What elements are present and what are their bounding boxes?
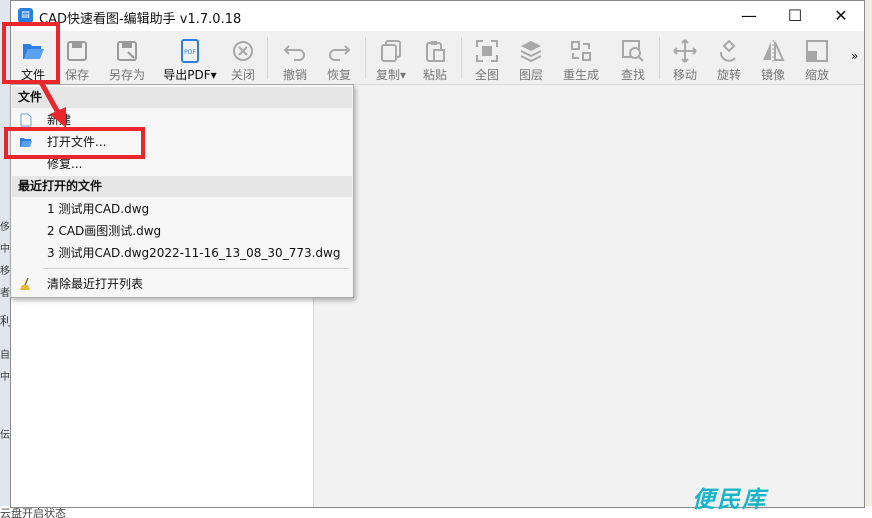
layers-icon	[520, 41, 542, 63]
menu-divider	[43, 268, 349, 269]
recent-file-item[interactable]: 2 CAD画图测试.dwg	[12, 220, 352, 242]
save-button[interactable]: 保存	[57, 31, 97, 85]
save-as-button-label: 另存为	[108, 68, 145, 82]
recent-file-label: 3 测试用CAD.dwg2022-11-16_13_08_30_773.dwg	[47, 246, 341, 260]
find-button-label: 查找	[620, 68, 645, 82]
background-desktop-right	[864, 0, 872, 518]
find-button[interactable]: 查找	[613, 31, 653, 85]
close-file-button-label: 关闭	[230, 68, 255, 82]
redo-button[interactable]: 恢复	[319, 31, 359, 85]
background-fragment: 中	[0, 244, 10, 255]
copy-button[interactable]: 复制▾	[371, 31, 411, 85]
toolbar: 文件 保存 另存为 PDF 导出PDF▾ 关闭 撤销 恢复 复制▾ 粘贴 全图 …	[11, 31, 864, 85]
move-icon	[673, 39, 697, 63]
paste-button[interactable]: 粘贴	[415, 31, 455, 85]
undo-button[interactable]: 撤销	[275, 31, 315, 85]
menu-item-clear-recent[interactable]: 清除最近打开列表	[12, 273, 352, 295]
background-fragment: 者	[0, 288, 10, 299]
background-fragment: 移	[0, 266, 10, 277]
save-as-button[interactable]: 另存为	[103, 31, 151, 85]
find-icon	[622, 40, 644, 62]
toolbar-overflow-button[interactable]: »	[851, 49, 858, 63]
toolbar-divider	[659, 37, 660, 79]
mirror-button[interactable]: 镜像	[753, 31, 793, 85]
regenerate-button[interactable]: 重生成	[557, 31, 605, 85]
watermark-text: 便民库	[692, 487, 767, 513]
paste-icon	[426, 41, 445, 62]
export-pdf-button-label: 导出PDF▾	[163, 68, 217, 82]
save-icon	[67, 41, 87, 61]
mirror-button-label: 镜像	[760, 68, 785, 82]
export-pdf-button[interactable]: PDF 导出PDF▾	[161, 31, 219, 85]
pdf-icon: PDF	[181, 39, 199, 63]
toolbar-divider	[365, 37, 366, 79]
mirror-icon	[763, 40, 785, 62]
toolbar-divider	[267, 37, 268, 79]
drawing-canvas[interactable]	[313, 86, 863, 507]
regenerate-button-label: 重生成	[562, 68, 599, 82]
move-button[interactable]: 移动	[665, 31, 705, 85]
save-as-icon	[117, 41, 137, 61]
app-logo-icon: ▤	[18, 8, 33, 23]
copy-icon	[381, 40, 401, 62]
background-fragment: 自	[0, 350, 10, 361]
layers-button[interactable]: 图层	[511, 31, 551, 85]
fit-view-icon	[476, 40, 498, 62]
close-file-button[interactable]: 关闭	[223, 31, 263, 85]
new-file-icon	[20, 113, 32, 127]
broom-icon	[20, 277, 30, 290]
window-title: CAD快速看图-编辑助手 v1.7.0.18	[39, 12, 242, 27]
recent-file-item[interactable]: 1 测试用CAD.dwg	[12, 198, 352, 220]
close-circle-icon	[233, 41, 253, 61]
fit-view-button-label: 全图	[474, 68, 499, 82]
minimize-button[interactable]: —	[726, 1, 772, 31]
maximize-button[interactable]: ☐	[772, 1, 818, 31]
rotate-button-label: 旋转	[716, 68, 741, 82]
menu-item-clear-recent-label: 清除最近打开列表	[47, 277, 144, 291]
background-fragment: 中	[0, 372, 10, 383]
title-bar[interactable]: ▤ CAD快速看图-编辑助手 v1.7.0.18 — ☐ ✕	[11, 1, 864, 31]
background-fragment: 侈	[0, 222, 10, 233]
recent-file-label: 1 测试用CAD.dwg	[47, 202, 150, 216]
recent-file-label: 2 CAD画图测试.dwg	[47, 224, 162, 238]
scale-icon	[806, 40, 828, 62]
recent-file-item[interactable]: 3 测试用CAD.dwg2022-11-16_13_08_30_773.dwg	[12, 242, 352, 264]
toolbar-divider	[461, 37, 462, 79]
undo-icon	[283, 45, 305, 61]
red-arrow-icon	[39, 81, 66, 128]
paste-button-label: 粘贴	[422, 68, 447, 82]
rotate-button[interactable]: 旋转	[709, 31, 749, 85]
recent-files-header: 最近打开的文件	[12, 176, 352, 197]
svg-text:PDF: PDF	[184, 49, 196, 56]
background-fragment: 伝	[0, 430, 10, 441]
move-button-label: 移动	[672, 68, 697, 82]
scale-button[interactable]: 缩放	[797, 31, 837, 85]
fit-view-button[interactable]: 全图	[467, 31, 507, 85]
undo-button-label: 撤销	[282, 68, 307, 82]
screen: 侈 中 移 者 利 自 中 伝 云盘开启状态 ▤ CAD快速看图-编辑助手 v1…	[0, 0, 872, 518]
copy-button-label: 复制▾	[375, 68, 407, 82]
highlight-file-button	[2, 22, 60, 84]
redo-button-label: 恢复	[326, 68, 351, 82]
layers-button-label: 图层	[518, 68, 543, 82]
redo-icon	[329, 45, 351, 61]
regenerate-icon	[571, 41, 591, 61]
close-button[interactable]: ✕	[818, 1, 864, 31]
scale-button-label: 缩放	[804, 68, 829, 82]
rotate-icon	[719, 39, 736, 62]
